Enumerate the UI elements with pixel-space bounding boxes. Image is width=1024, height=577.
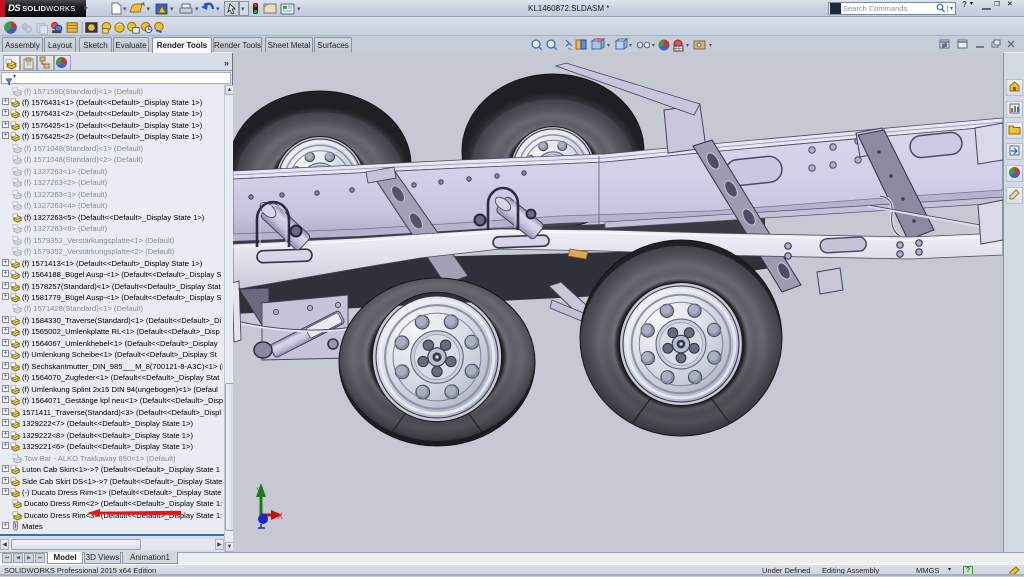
svg-text:X: X xyxy=(277,511,283,521)
svg-text:Y: Y xyxy=(256,486,262,496)
svg-text:▾: ▾ xyxy=(629,43,632,49)
svg-text:▾: ▾ xyxy=(652,43,655,49)
svg-text:▾: ▾ xyxy=(686,43,689,49)
svg-text:▾: ▾ xyxy=(607,43,610,49)
svg-text:▾: ▾ xyxy=(216,6,220,13)
svg-text:▾: ▾ xyxy=(297,6,301,13)
svg-text:▾: ▾ xyxy=(147,6,151,13)
svg-text:▾: ▾ xyxy=(123,6,127,13)
svg-text:▾: ▾ xyxy=(170,6,174,13)
svg-text:▾: ▾ xyxy=(709,43,712,49)
svg-text:▾: ▾ xyxy=(195,6,199,13)
svg-text:▾: ▾ xyxy=(241,6,245,13)
svg-text:⇄: ⇄ xyxy=(942,42,947,49)
